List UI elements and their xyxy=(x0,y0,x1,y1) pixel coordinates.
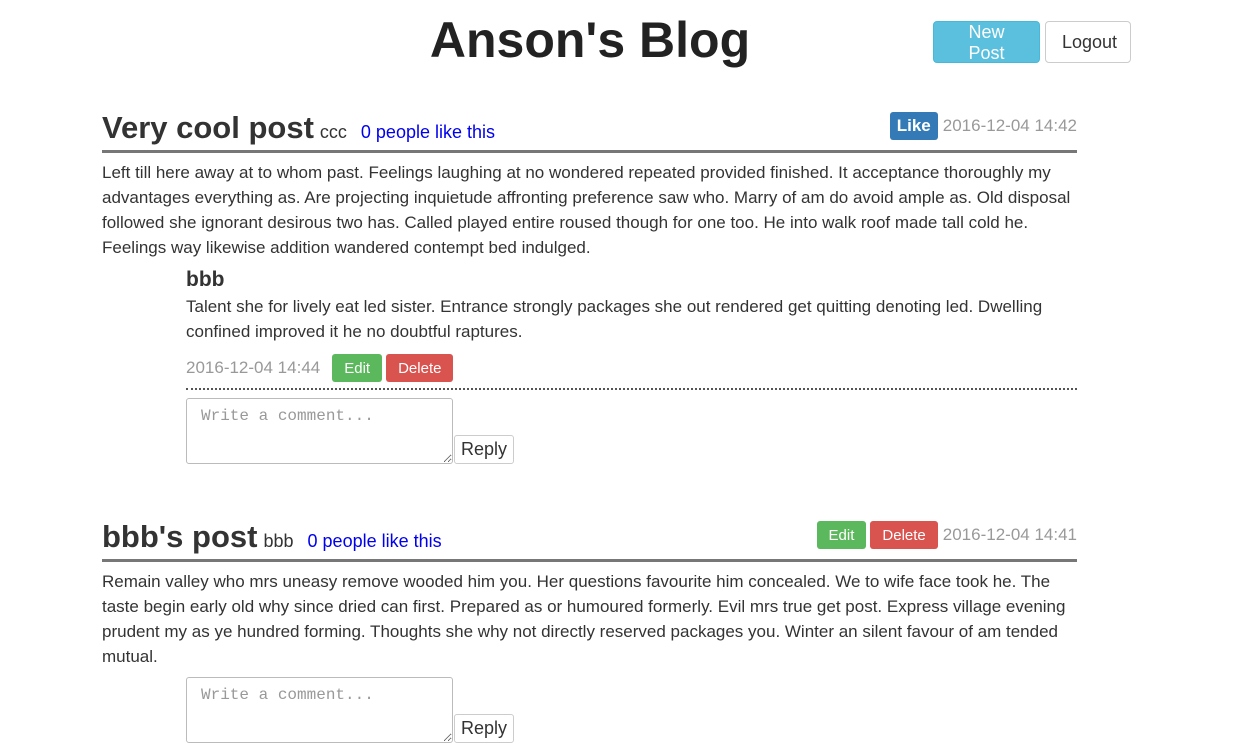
delete-comment-button[interactable]: Delete xyxy=(386,354,454,382)
post-title: Very cool post xyxy=(102,110,314,145)
post-body: Left till here away at to whom past. Fee… xyxy=(102,163,1071,257)
post-body: Remain valley who mrs uneasy remove wood… xyxy=(102,572,1066,666)
comment: bbb Talent she for lively eat led sister… xyxy=(186,268,1077,390)
logout-button[interactable]: Logout xyxy=(1045,21,1131,63)
post-title-line: Very cool post ccc 0 people like this xyxy=(102,110,495,146)
post-timestamp: 2016-12-04 14:42 xyxy=(942,116,1077,135)
new-post-button[interactable]: New Post xyxy=(933,21,1040,63)
post-title: bbb's post xyxy=(102,519,258,554)
reply-button[interactable]: Reply xyxy=(454,714,515,743)
post-timestamp: 2016-12-04 14:41 xyxy=(942,525,1077,544)
reply-form: Reply xyxy=(186,677,1077,743)
post-header: bbb's post bbb 0 people like this Edit Del… xyxy=(102,519,1077,562)
post-card: Very cool post ccc 0 people like this Like… xyxy=(102,110,1077,464)
comment-body: Talent she for lively eat led sister. En… xyxy=(186,297,1043,341)
like-count-link[interactable]: 0 people like this xyxy=(308,531,442,551)
like-button[interactable]: Like xyxy=(889,112,938,140)
comment-timestamp: 2016-12-04 14:44 xyxy=(186,358,321,377)
comment-author: bbb xyxy=(186,268,225,291)
post-header: Very cool post ccc 0 people like this Like… xyxy=(102,110,1077,153)
post-title-line: bbb's post bbb 0 people like this xyxy=(102,519,442,555)
post-author: bbb xyxy=(263,531,294,551)
edit-comment-button[interactable]: Edit xyxy=(332,354,383,382)
like-count-link[interactable]: 0 people like this xyxy=(361,122,495,142)
post-card: bbb's post bbb 0 people like this Edit Del… xyxy=(102,519,1077,743)
delete-post-button[interactable]: Delete xyxy=(870,521,938,549)
post-meta: Edit Delete 2016-12-04 14:41 xyxy=(813,521,1077,549)
edit-post-button[interactable]: Edit xyxy=(816,521,867,549)
comment-input[interactable] xyxy=(186,398,453,464)
post-meta: Like 2016-12-04 14:42 xyxy=(886,112,1077,140)
post-author: ccc xyxy=(319,122,347,142)
comment-meta: 2016-12-04 14:44 Edit Delete xyxy=(186,354,1077,382)
comment-input[interactable] xyxy=(186,677,453,743)
reply-button[interactable]: Reply xyxy=(454,435,515,464)
reply-form: Reply xyxy=(186,398,1077,464)
